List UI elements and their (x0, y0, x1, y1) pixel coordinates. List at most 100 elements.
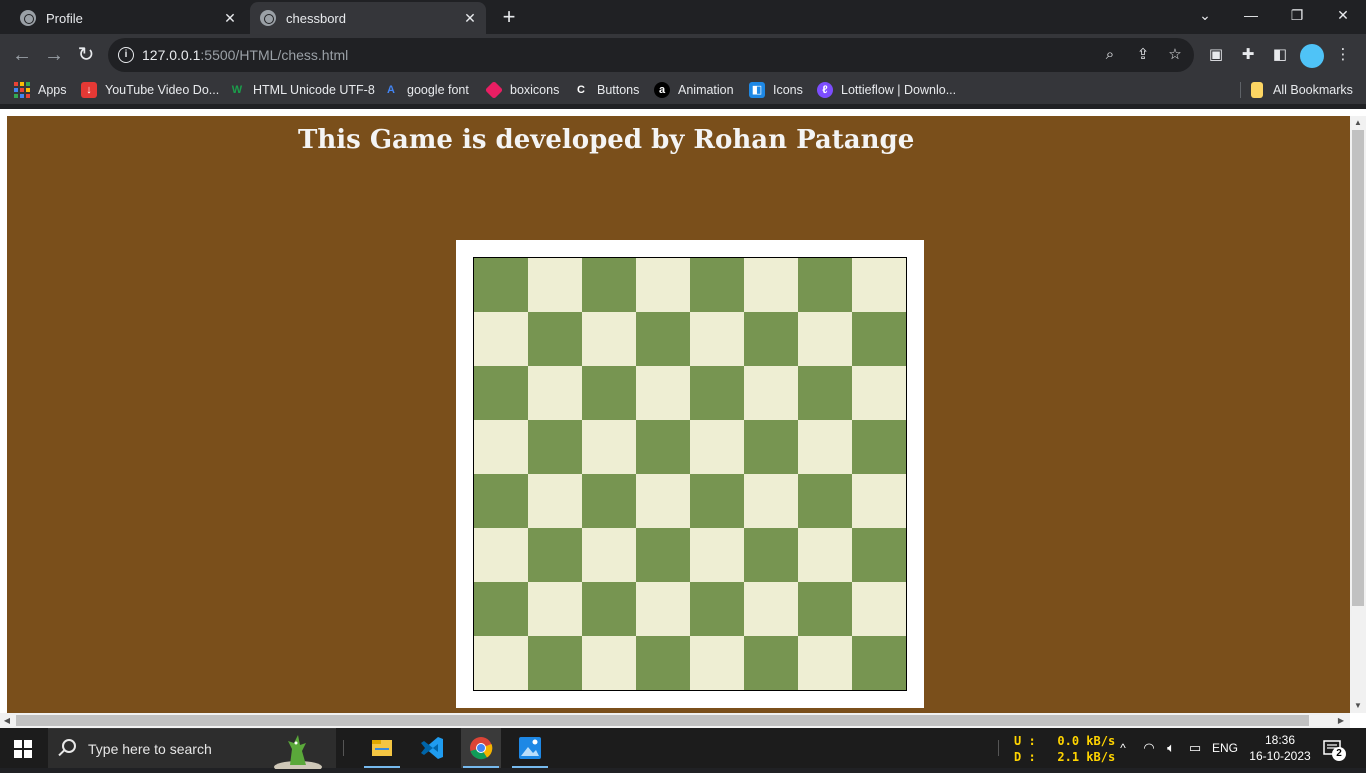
board-square[interactable] (744, 636, 798, 690)
board-square[interactable] (690, 420, 744, 474)
bookmark-buttons[interactable]: C Buttons (573, 81, 639, 99)
board-square[interactable] (528, 312, 582, 366)
bookmark-apps[interactable]: Apps (14, 81, 67, 99)
board-square[interactable] (798, 528, 852, 582)
minimize-button[interactable]: — (1228, 0, 1274, 30)
board-square[interactable] (690, 312, 744, 366)
board-square[interactable] (798, 474, 852, 528)
bookmark-boxicons[interactable]: boxicons (484, 80, 559, 100)
close-window-button[interactable]: ✕ (1320, 0, 1366, 30)
board-square[interactable] (474, 636, 528, 690)
close-tab-icon[interactable]: ✕ (462, 10, 478, 26)
board-square[interactable] (582, 366, 636, 420)
reload-button[interactable]: ↻ (74, 43, 98, 67)
board-square[interactable] (582, 528, 636, 582)
bookmark-icons[interactable]: ◧ Icons (749, 81, 803, 99)
board-square[interactable] (852, 636, 906, 690)
scroll-thumb[interactable] (1352, 130, 1364, 606)
board-square[interactable] (690, 636, 744, 690)
all-bookmarks[interactable]: All Bookmarks (1240, 81, 1353, 99)
wifi-icon[interactable]: ◠ (1140, 728, 1158, 768)
language-indicator[interactable]: ENG (1210, 728, 1240, 768)
board-square[interactable] (582, 474, 636, 528)
board-square[interactable] (744, 258, 798, 312)
board-square[interactable] (474, 582, 528, 636)
board-square[interactable] (852, 312, 906, 366)
photos-icon[interactable] (510, 728, 550, 768)
board-square[interactable] (744, 474, 798, 528)
board-square[interactable] (582, 636, 636, 690)
close-tab-icon[interactable]: ✕ (222, 10, 238, 26)
vscode-icon[interactable] (412, 728, 452, 768)
board-square[interactable] (474, 528, 528, 582)
board-square[interactable] (852, 582, 906, 636)
board-square[interactable] (852, 474, 906, 528)
board-square[interactable] (690, 582, 744, 636)
board-square[interactable] (636, 312, 690, 366)
board-square[interactable] (636, 636, 690, 690)
board-square[interactable] (528, 420, 582, 474)
bookmark-html-unicode[interactable]: W HTML Unicode UTF-8 (229, 81, 375, 99)
address-bar[interactable]: i 127.0.0.1:5500/HTML/chess.html ⌕ ⇪ ☆ (108, 38, 1194, 72)
zoom-icon[interactable]: ⌕ (1101, 46, 1119, 64)
board-square[interactable] (474, 474, 528, 528)
bookmark-youtube-video-downloader[interactable]: ↓ YouTube Video Do... (81, 81, 219, 99)
board-square[interactable] (474, 366, 528, 420)
board-square[interactable] (690, 528, 744, 582)
bookmark-google-font[interactable]: A google font (383, 81, 469, 99)
board-square[interactable] (690, 366, 744, 420)
board-square[interactable] (744, 366, 798, 420)
board-square[interactable] (744, 528, 798, 582)
scroll-down-icon[interactable]: ▼ (1350, 699, 1366, 713)
board-square[interactable] (690, 258, 744, 312)
board-square[interactable] (582, 420, 636, 474)
board-square[interactable] (582, 312, 636, 366)
bookmark-animation[interactable]: a Animation (654, 81, 734, 99)
board-square[interactable] (474, 258, 528, 312)
horizontal-scrollbar[interactable]: ◀ ▶ (0, 713, 1350, 728)
board-square[interactable] (690, 474, 744, 528)
volume-icon[interactable]: 🔈︎ (1162, 728, 1180, 768)
board-square[interactable] (528, 636, 582, 690)
board-square[interactable] (636, 366, 690, 420)
menu-icon[interactable]: ⋮ (1334, 46, 1352, 64)
board-square[interactable] (636, 582, 690, 636)
side-panel-icon[interactable]: ◧ (1271, 46, 1289, 64)
windows-start-icon[interactable] (14, 740, 32, 758)
scroll-up-icon[interactable]: ▲ (1350, 116, 1366, 130)
board-square[interactable] (582, 582, 636, 636)
clock[interactable]: 18:36 16-10-2023 (1248, 732, 1312, 764)
scroll-left-icon[interactable]: ◀ (0, 713, 14, 728)
board-square[interactable] (528, 474, 582, 528)
bookmark-star-icon[interactable]: ☆ (1166, 46, 1184, 64)
board-square[interactable] (852, 528, 906, 582)
bookmark-lottieflow[interactable]: ℓ Lottieflow | Downlo... (817, 81, 956, 99)
board-square[interactable] (474, 420, 528, 474)
taskbar-search[interactable]: Type here to search (48, 728, 336, 769)
chevron-up-icon[interactable]: ^ (1114, 728, 1132, 768)
chrome-icon[interactable] (461, 728, 501, 768)
board-square[interactable] (636, 528, 690, 582)
scroll-thumb[interactable] (16, 715, 1309, 726)
chessboard[interactable] (473, 257, 907, 691)
board-square[interactable] (798, 636, 852, 690)
board-square[interactable] (798, 582, 852, 636)
board-square[interactable] (582, 258, 636, 312)
board-square[interactable] (798, 258, 852, 312)
cast-icon[interactable]: ▣ (1207, 46, 1225, 64)
vertical-scrollbar[interactable]: ▲ ▼ (1350, 116, 1366, 713)
url-text[interactable]: 127.0.0.1:5500/HTML/chess.html (142, 47, 348, 63)
tab-chessbord[interactable]: chessbord ✕ (250, 2, 486, 34)
board-square[interactable] (798, 420, 852, 474)
board-square[interactable] (852, 258, 906, 312)
board-square[interactable] (528, 528, 582, 582)
battery-icon[interactable]: ▭ (1186, 728, 1204, 768)
file-explorer-icon[interactable] (362, 728, 402, 768)
scroll-right-icon[interactable]: ▶ (1334, 713, 1348, 728)
board-square[interactable] (744, 312, 798, 366)
profile-avatar[interactable] (1300, 44, 1324, 68)
board-square[interactable] (636, 474, 690, 528)
new-tab-button[interactable]: + (498, 6, 520, 28)
board-square[interactable] (528, 366, 582, 420)
board-square[interactable] (636, 420, 690, 474)
